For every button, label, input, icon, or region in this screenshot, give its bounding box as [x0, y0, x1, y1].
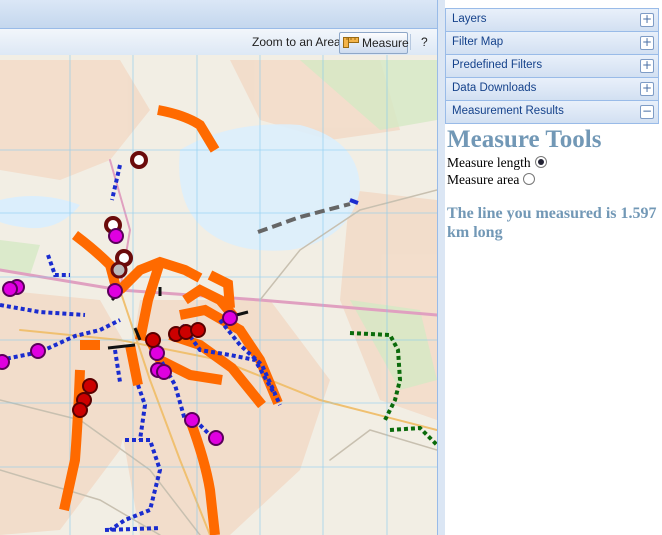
- expand-icon[interactable]: +: [640, 82, 654, 96]
- collapse-icon[interactable]: −: [640, 105, 654, 119]
- route-blue-segment: [349, 198, 359, 205]
- zoom-to-area-button[interactable]: Zoom to an Area: [252, 32, 341, 52]
- measure-length-option[interactable]: Measure length: [447, 155, 547, 171]
- map-canvas[interactable]: [0, 55, 437, 535]
- sidebar-item-label: Layers: [452, 13, 487, 25]
- sidebar-item-measurement-results[interactable]: Measurement Results −: [445, 100, 659, 124]
- sidebar-item-predefined-filters[interactable]: Predefined Filters +: [445, 54, 659, 78]
- sidebar: Layers + Filter Map + Predefined Filters…: [445, 0, 662, 535]
- help-button[interactable]: ?: [421, 32, 428, 52]
- ruler-icon: [343, 37, 359, 48]
- measure-area-radio[interactable]: [523, 173, 536, 185]
- map-panel[interactable]: Zoom to an Area Measure ?: [0, 0, 437, 535]
- measure-area-option[interactable]: Measure area: [447, 172, 536, 188]
- sidebar-item-label: Filter Map: [452, 36, 504, 48]
- expand-icon[interactable]: +: [640, 13, 654, 27]
- sidebar-item-label: Measurement Results: [452, 105, 564, 117]
- measure-area-label: Measure area: [447, 172, 520, 187]
- measure-length-radio[interactable]: [534, 156, 547, 168]
- measure-length-label: Measure length: [447, 155, 531, 170]
- sidebar-item-label: Data Downloads: [452, 82, 537, 94]
- sidebar-item-layers[interactable]: Layers +: [445, 8, 659, 32]
- expand-icon[interactable]: +: [640, 36, 654, 50]
- measure-button[interactable]: Measure: [339, 32, 409, 54]
- measure-tools-title: Measure Tools: [447, 126, 602, 153]
- map-header: [0, 0, 437, 29]
- sidebar-item-filter-map[interactable]: Filter Map +: [445, 31, 659, 55]
- measurement-result-text: The line you measured is 1.597 km long: [447, 205, 657, 241]
- measure-button-label: Measure: [362, 36, 409, 50]
- expand-icon[interactable]: +: [640, 59, 654, 73]
- sidebar-item-data-downloads[interactable]: Data Downloads +: [445, 77, 659, 101]
- map-toolbar: Zoom to an Area Measure ?: [0, 29, 437, 56]
- markers-grey: [110, 261, 128, 279]
- toolbar-divider: [410, 34, 411, 50]
- sidebar-item-label: Predefined Filters: [452, 59, 543, 71]
